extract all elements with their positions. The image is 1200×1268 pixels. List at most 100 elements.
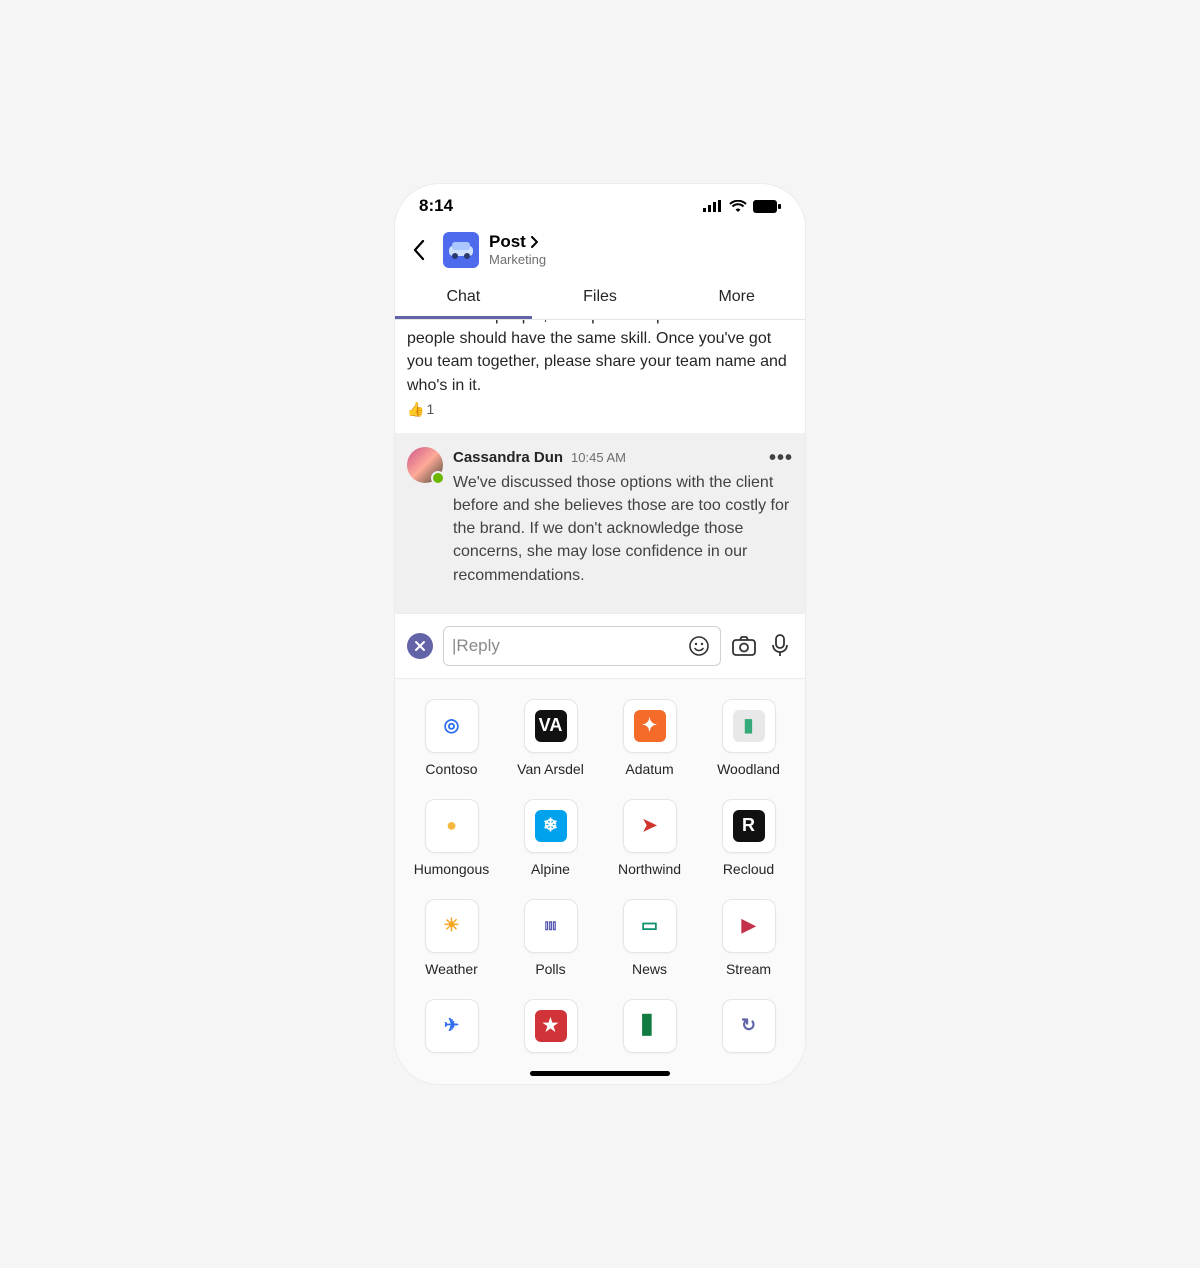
header-subtitle: Marketing <box>489 252 546 268</box>
app-item[interactable]: ➤ Northwind <box>605 799 694 877</box>
app-tile: VA <box>524 699 578 753</box>
tab-more[interactable]: More <box>668 278 805 319</box>
chevron-right-icon <box>530 236 538 248</box>
app-label: Recloud <box>723 861 774 877</box>
app-tile: ✦ <box>623 699 677 753</box>
emoji-icon[interactable] <box>686 633 712 659</box>
app-label: Weather <box>425 961 478 977</box>
app-tile: ❄ <box>524 799 578 853</box>
app-tile: ▮ <box>722 699 776 753</box>
status-icons <box>703 200 781 213</box>
message-time: 10:45 AM <box>571 449 626 468</box>
app-icon: ✈ <box>436 1010 468 1042</box>
app-item[interactable]: R Recloud <box>704 799 793 877</box>
reply-placeholder: |Reply <box>452 636 500 656</box>
app-icon: ★ <box>535 1010 567 1042</box>
tab-chat[interactable]: Chat <box>395 278 532 319</box>
reaction-count: 1 <box>426 399 434 419</box>
message-more-button[interactable]: ••• <box>769 453 793 463</box>
app-icon: ✦ <box>634 710 666 742</box>
app-icon: ▭ <box>634 910 666 942</box>
app-icon: R <box>733 810 765 842</box>
reply-input[interactable]: |Reply <box>443 626 721 666</box>
app-icon: ▶ <box>733 910 765 942</box>
app-item[interactable]: ◎ Contoso <box>407 699 496 777</box>
app-label: Alpine <box>531 861 570 877</box>
avatar[interactable] <box>407 447 443 483</box>
app-label: Woodland <box>717 761 780 777</box>
channel-icon <box>443 232 479 268</box>
message-author: Cassandra Dun <box>453 447 563 469</box>
message-text: three to five people, that span multiple… <box>407 320 793 397</box>
close-button[interactable] <box>407 633 433 659</box>
home-indicator[interactable] <box>530 1071 670 1076</box>
message-text: We've discussed those options with the c… <box>453 471 793 587</box>
app-label: Contoso <box>425 761 477 777</box>
app-tile: ▶ <box>722 899 776 953</box>
header-title-block[interactable]: Post Marketing <box>489 232 546 268</box>
app-item[interactable]: ❄ Alpine <box>506 799 595 877</box>
app-label: Adatum <box>625 761 673 777</box>
app-item[interactable]: ● Humongous <box>407 799 496 877</box>
app-item[interactable]: ▮ Woodland <box>704 699 793 777</box>
wifi-icon <box>729 200 747 212</box>
app-tile: ▋ <box>623 999 677 1053</box>
app-item[interactable]: ⫾⫾⫾ Polls <box>506 899 595 977</box>
app-item[interactable]: ✦ Adatum <box>605 699 694 777</box>
presence-available-icon <box>431 471 445 485</box>
app-tile: ● <box>425 799 479 853</box>
app-tile: ★ <box>524 999 578 1053</box>
tabs: Chat Files More <box>395 278 805 320</box>
status-time: 8:14 <box>419 196 453 216</box>
camera-icon[interactable] <box>731 633 757 659</box>
message-item: three to five people, that span multiple… <box>395 320 805 433</box>
app-icon: ☀ <box>436 910 468 942</box>
app-label: News <box>632 961 667 977</box>
app-label: Van Arsdel <box>517 761 584 777</box>
app-item[interactable]: ↻ <box>704 999 793 1053</box>
compose-bar: |Reply <box>395 613 805 679</box>
app-item[interactable]: ▋ <box>605 999 694 1053</box>
app-tile: ➤ <box>623 799 677 853</box>
battery-icon <box>753 200 781 213</box>
app-tile: ⫾⫾⫾ <box>524 899 578 953</box>
app-tile: ↻ <box>722 999 776 1053</box>
app-tile: ▭ <box>623 899 677 953</box>
app-icon: ▋ <box>634 1010 666 1042</box>
app-icon: VA <box>535 710 567 742</box>
app-label: Polls <box>535 961 565 977</box>
app-icon: ❄ <box>535 810 567 842</box>
back-button[interactable] <box>405 239 433 261</box>
app-item[interactable]: VA Van Arsdel <box>506 699 595 777</box>
app-drawer[interactable]: ◎ Contoso VA Van Arsdel ✦ Adatum ▮ Woodland ● Hum… <box>395 679 805 1084</box>
app-item[interactable]: ▶ Stream <box>704 899 793 977</box>
app-label: Humongous <box>414 861 490 877</box>
app-item[interactable]: ▭ News <box>605 899 694 977</box>
app-icon: ➤ <box>634 810 666 842</box>
cellular-icon <box>703 200 723 212</box>
app-tile: R <box>722 799 776 853</box>
header-title: Post <box>489 232 526 252</box>
message-list: three to five people, that span multiple… <box>395 320 805 613</box>
app-icon: ↻ <box>733 1010 765 1042</box>
app-item[interactable]: ☀ Weather <box>407 899 496 977</box>
app-icon: ▮ <box>733 710 765 742</box>
app-tile: ✈ <box>425 999 479 1053</box>
app-icon: ◎ <box>436 710 468 742</box>
reaction-chip[interactable]: 👍 1 <box>407 397 434 421</box>
app-icon: ⫾⫾⫾ <box>535 910 567 942</box>
tab-files[interactable]: Files <box>532 278 669 319</box>
app-tile: ☀ <box>425 899 479 953</box>
header: Post Marketing <box>395 228 805 278</box>
app-tile: ◎ <box>425 699 479 753</box>
app-item[interactable]: ✈ <box>407 999 496 1053</box>
phone-frame: 8:14 Post Marke <box>395 184 805 1084</box>
app-icon: ● <box>436 810 468 842</box>
app-label: Stream <box>726 961 771 977</box>
app-label: Northwind <box>618 861 681 877</box>
microphone-icon[interactable] <box>767 633 793 659</box>
status-bar: 8:14 <box>395 184 805 228</box>
thumbs-up-icon: 👍 <box>407 399 424 419</box>
message-item: Cassandra Dun 10:45 AM ••• We've discuss… <box>395 433 805 613</box>
app-item[interactable]: ★ <box>506 999 595 1053</box>
